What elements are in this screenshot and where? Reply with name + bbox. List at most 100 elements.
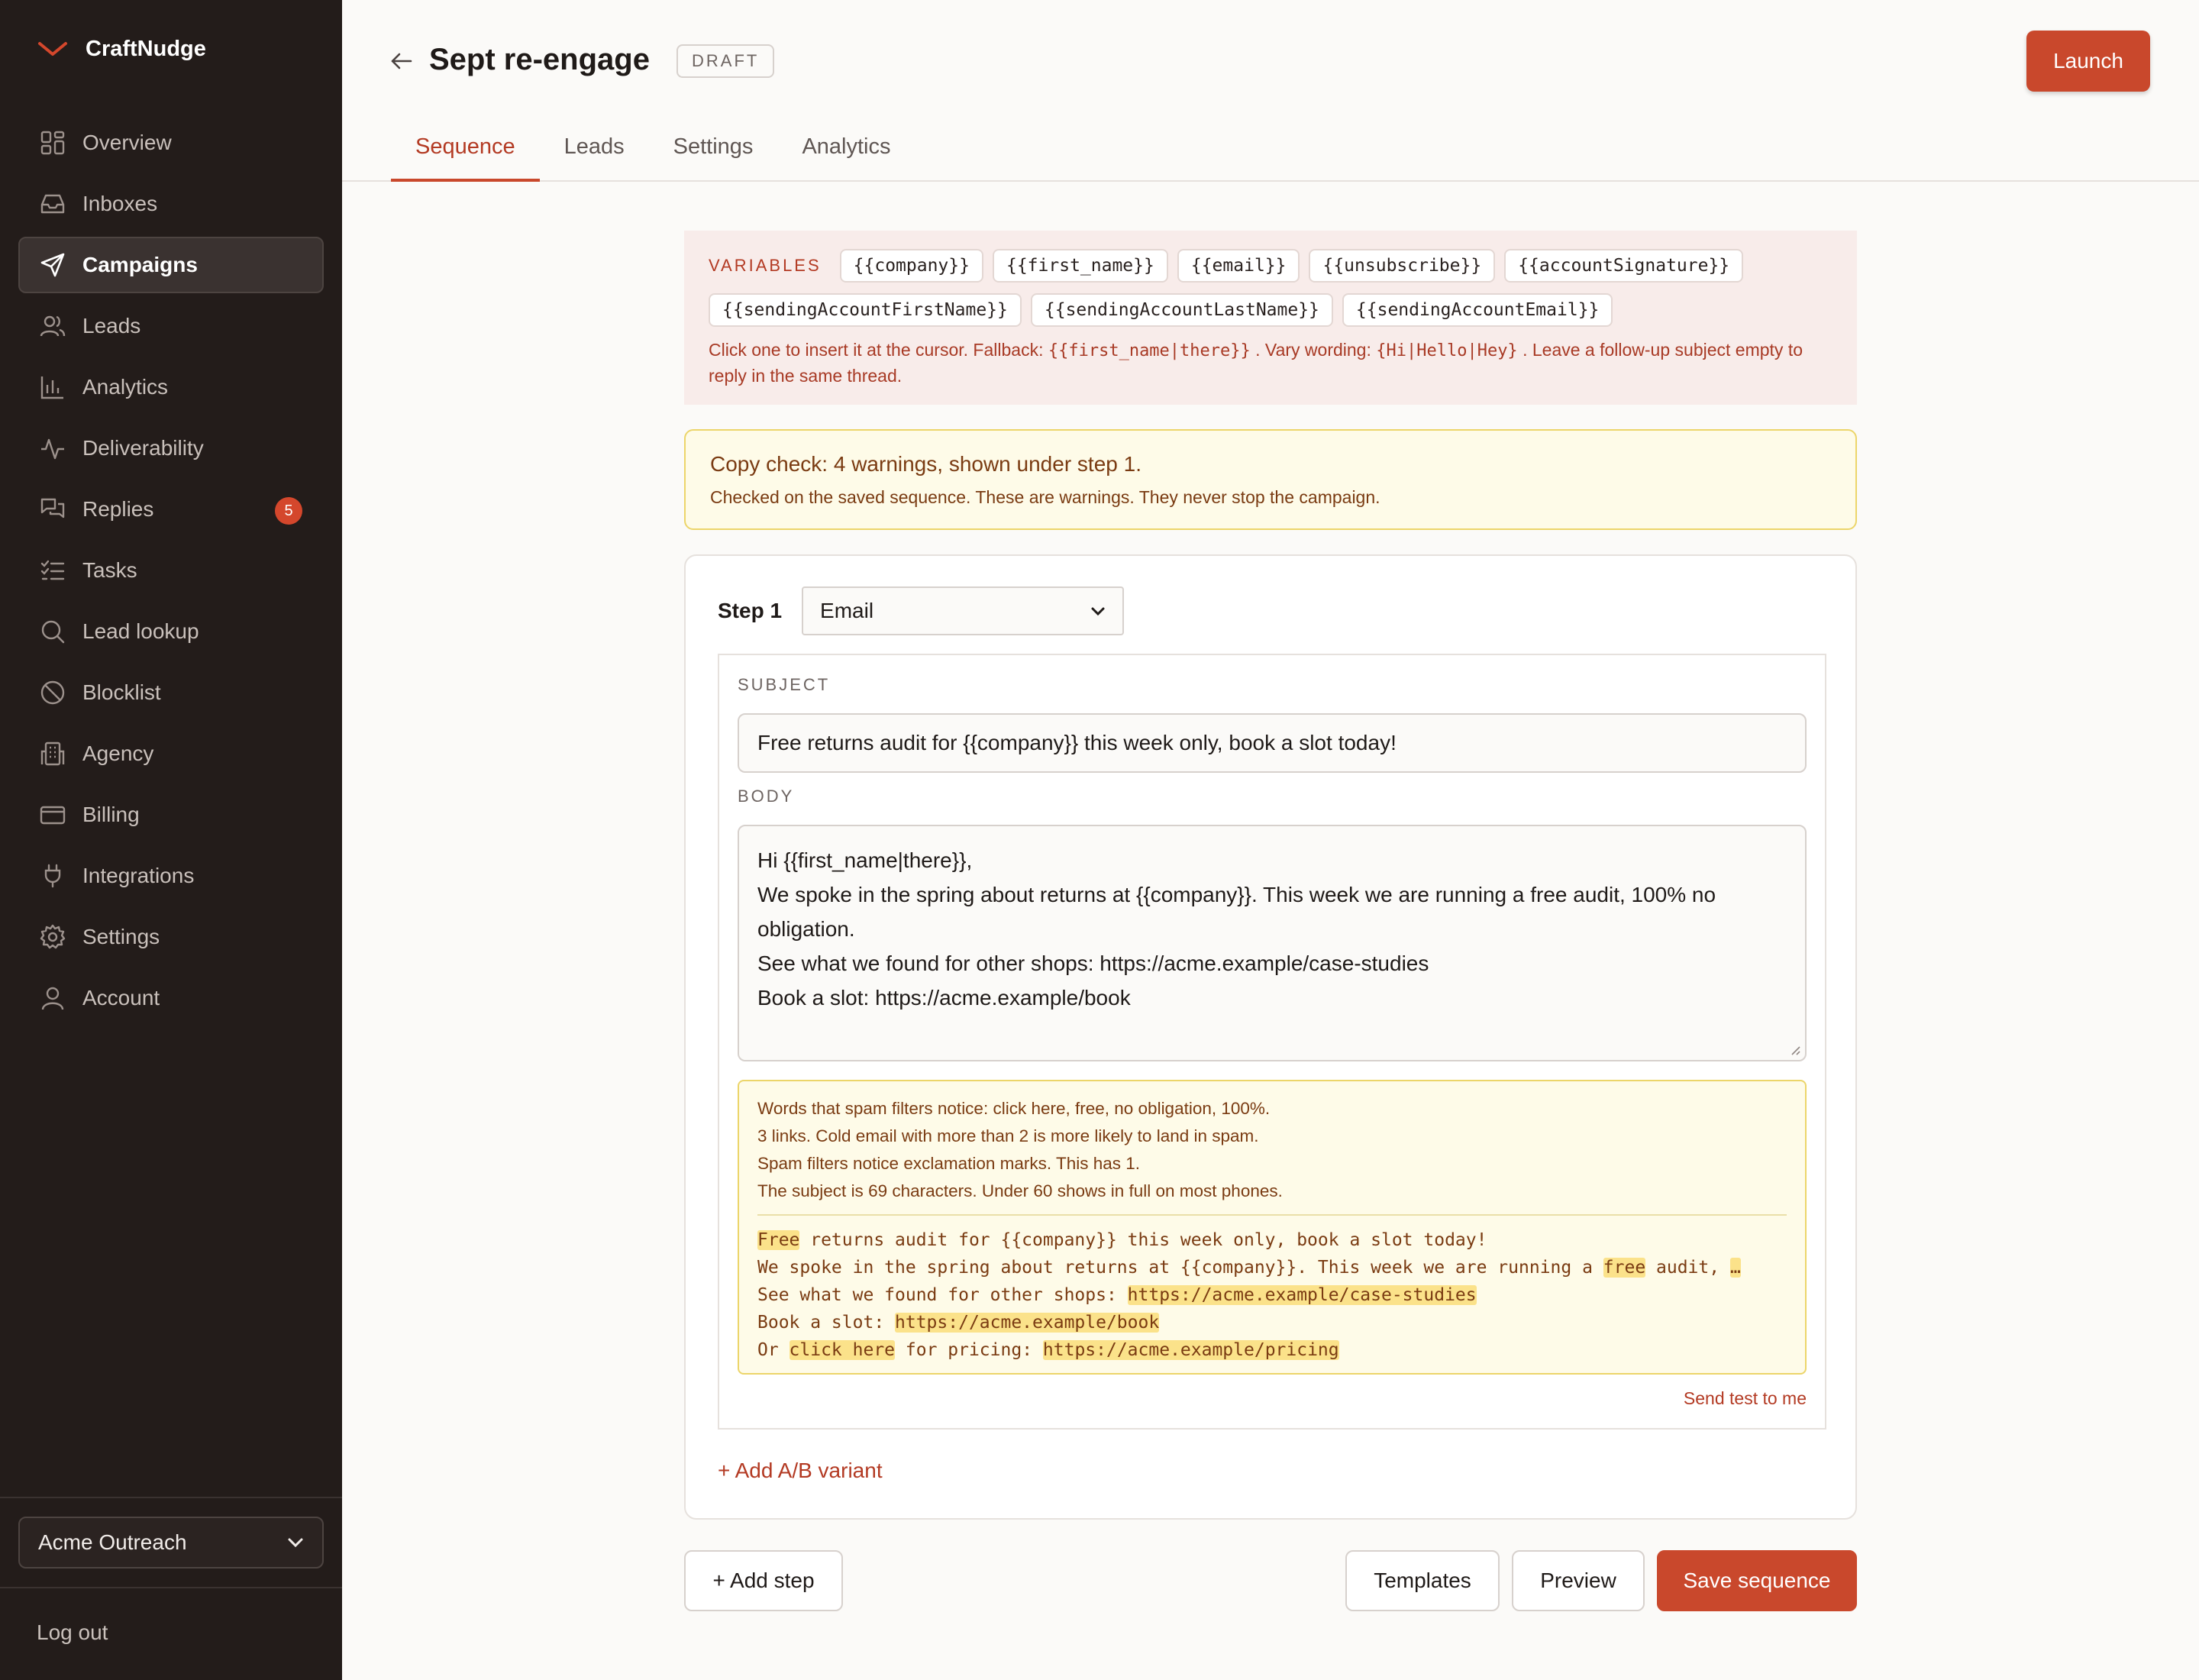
logout-link[interactable]: Log out <box>37 1620 108 1645</box>
preview-line: Book a slot: https://acme.example/book <box>757 1309 1787 1336</box>
sidebar-item-lead-lookup[interactable]: Lead lookup <box>18 603 324 660</box>
save-sequence-button[interactable]: Save sequence <box>1657 1550 1857 1611</box>
sidebar-item-label: Account <box>82 986 160 1010</box>
back-arrow-icon[interactable] <box>388 47 415 75</box>
flagged-link: https://acme.example/book <box>895 1313 1160 1333</box>
preview-text: audit, <box>1645 1258 1730 1278</box>
bar-chart-icon <box>40 376 63 399</box>
sidebar-item-label: Inboxes <box>82 192 158 215</box>
grid-icon <box>40 131 65 155</box>
search-icon <box>41 620 65 644</box>
warning-item: Spam filters notice exclamation marks. T… <box>757 1154 1141 1173</box>
brand[interactable]: CraftNudge <box>37 34 206 64</box>
body-line: We spoke in the spring about returns at … <box>757 883 1722 941</box>
step-type-select[interactable]: Email <box>802 586 1125 635</box>
tab-sequence[interactable]: Sequence <box>391 125 540 182</box>
send-test-link[interactable]: Send test to me <box>1684 1388 1807 1409</box>
sidebar-item-label: Blocklist <box>82 680 161 704</box>
sidebar-item-label: Replies <box>82 497 154 521</box>
preview-button[interactable]: Preview <box>1512 1550 1645 1611</box>
preview-text: for pricing: <box>895 1340 1043 1360</box>
warning-item: 3 links. Cold email with more than 2 is … <box>757 1126 1259 1145</box>
flagged-word: Free <box>757 1230 800 1250</box>
help-text: . Vary wording: <box>1255 340 1371 360</box>
variable-chip-sending-email[interactable]: {{sendingAccountEmail}} <box>1342 293 1613 327</box>
step-type-value: Email <box>820 599 874 622</box>
replies-count-badge: 5 <box>275 497 302 525</box>
sidebar-item-account[interactable]: Account <box>18 970 324 1026</box>
send-icon <box>40 253 65 277</box>
sidebar-item-label: Billing <box>82 803 140 826</box>
variable-chip-unsubscribe[interactable]: {{unsubscribe}} <box>1309 249 1496 283</box>
users-icon <box>40 315 66 337</box>
sidebar-item-deliverability[interactable]: Deliverability <box>18 420 324 477</box>
add-ab-variant-button[interactable]: + Add A/B variant <box>718 1459 883 1483</box>
workspace-select[interactable]: Acme Outreach <box>18 1517 324 1569</box>
sidebar-item-leads[interactable]: Leads <box>18 298 324 354</box>
tab-leads[interactable]: Leads <box>540 125 649 182</box>
sidebar-item-inboxes[interactable]: Inboxes <box>18 176 324 232</box>
sidebar-item-integrations[interactable]: Integrations <box>18 848 324 904</box>
copy-check-title: Copy check: 4 warnings, shown under step… <box>710 452 1141 476</box>
sequence-actions: + Add step Templates Preview Save sequen… <box>684 1550 1857 1611</box>
page-title: Sept re-engage <box>429 43 650 76</box>
sidebar-item-overview[interactable]: Overview <box>18 115 324 171</box>
sidebar-item-label: Campaigns <box>82 253 198 276</box>
chevron-down-icon <box>1091 607 1105 615</box>
sidebar-item-label: Tasks <box>82 558 137 582</box>
warnings-divider <box>757 1214 1787 1216</box>
sidebar-item-billing[interactable]: Billing <box>18 787 324 843</box>
preview-line: We spoke in the spring about returns at … <box>757 1254 1787 1281</box>
variable-chip-email[interactable]: {{email}} <box>1177 249 1300 283</box>
sequence-editor: VARIABLES {{company}} {{first_name}} {{e… <box>684 231 1857 1611</box>
truncation-marker: … <box>1729 1258 1741 1278</box>
preview-text: We spoke in the spring about returns at … <box>757 1258 1603 1278</box>
subject-label: SUBJECT <box>738 675 831 694</box>
body-textarea[interactable]: Hi {{first_name|there}}, We spoke in the… <box>738 825 1807 1061</box>
status-badge: DRAFT <box>676 44 775 78</box>
sidebar-item-label: Overview <box>82 131 172 154</box>
add-step-button[interactable]: + Add step <box>684 1550 843 1611</box>
fallback-example: {{first_name|there}} <box>1048 341 1251 360</box>
user-icon <box>41 987 64 1010</box>
sidebar-nav: Overview Inboxes Campaigns Leads Analyti… <box>18 115 324 1031</box>
tab-analytics[interactable]: Analytics <box>777 125 915 182</box>
sidebar-item-replies[interactable]: Replies 5 <box>18 481 324 538</box>
sidebar-item-label: Settings <box>82 925 160 948</box>
body-line: See what we found for other shops: https… <box>757 951 1429 975</box>
sidebar-item-agency[interactable]: Agency <box>18 725 324 782</box>
launch-button[interactable]: Launch <box>2026 31 2150 92</box>
flagged-word: click here <box>789 1340 896 1360</box>
logo-icon <box>38 42 67 56</box>
variable-chip-sending-last-name[interactable]: {{sendingAccountLastName}} <box>1030 293 1333 327</box>
templates-button[interactable]: Templates <box>1345 1550 1500 1611</box>
sidebar-item-settings[interactable]: Settings <box>18 909 324 965</box>
variable-chip-company[interactable]: {{company}} <box>839 249 983 283</box>
warning-item: The subject is 69 characters. Under 60 s… <box>757 1181 1283 1200</box>
gear-icon <box>40 924 66 949</box>
sidebar-item-label: Leads <box>82 314 141 338</box>
building-icon <box>40 741 65 766</box>
step-label: Step 1 <box>718 599 783 622</box>
copy-warnings-panel: Words that spam filters notice: click he… <box>738 1080 1807 1375</box>
step-card: Step 1 Email SUBJECT Free returns audit … <box>684 554 1857 1520</box>
body-label: BODY <box>738 787 795 806</box>
variable-chip-account-signature[interactable]: {{accountSignature}} <box>1504 249 1744 283</box>
workspace-name: Acme Outreach <box>38 1530 187 1554</box>
sidebar-item-analytics[interactable]: Analytics <box>18 359 324 415</box>
flagged-link: https://acme.example/case-studies <box>1127 1285 1477 1305</box>
sidebar-item-label: Deliverability <box>82 436 204 460</box>
tab-settings[interactable]: Settings <box>649 125 778 182</box>
preview-text: Or <box>757 1340 790 1360</box>
preview-text: returns audit for {{company}} this week … <box>799 1230 1487 1250</box>
variable-chip-first-name[interactable]: {{first_name}} <box>992 249 1168 283</box>
variable-chip-sending-first-name[interactable]: {{sendingAccountFirstName}} <box>709 293 1022 327</box>
sidebar-item-blocklist[interactable]: Blocklist <box>18 664 324 721</box>
sidebar: CraftNudge Overview Inboxes Campaigns Le… <box>0 0 342 1680</box>
sidebar-item-tasks[interactable]: Tasks <box>18 542 324 599</box>
subject-input[interactable]: Free returns audit for {{company}} this … <box>738 713 1807 773</box>
preview-line: Or click here for pricing: https://acme.… <box>757 1336 1787 1364</box>
resize-handle-icon[interactable] <box>1788 1043 1800 1055</box>
sidebar-item-campaigns[interactable]: Campaigns <box>18 237 324 293</box>
sidebar-item-label: Analytics <box>82 375 169 399</box>
